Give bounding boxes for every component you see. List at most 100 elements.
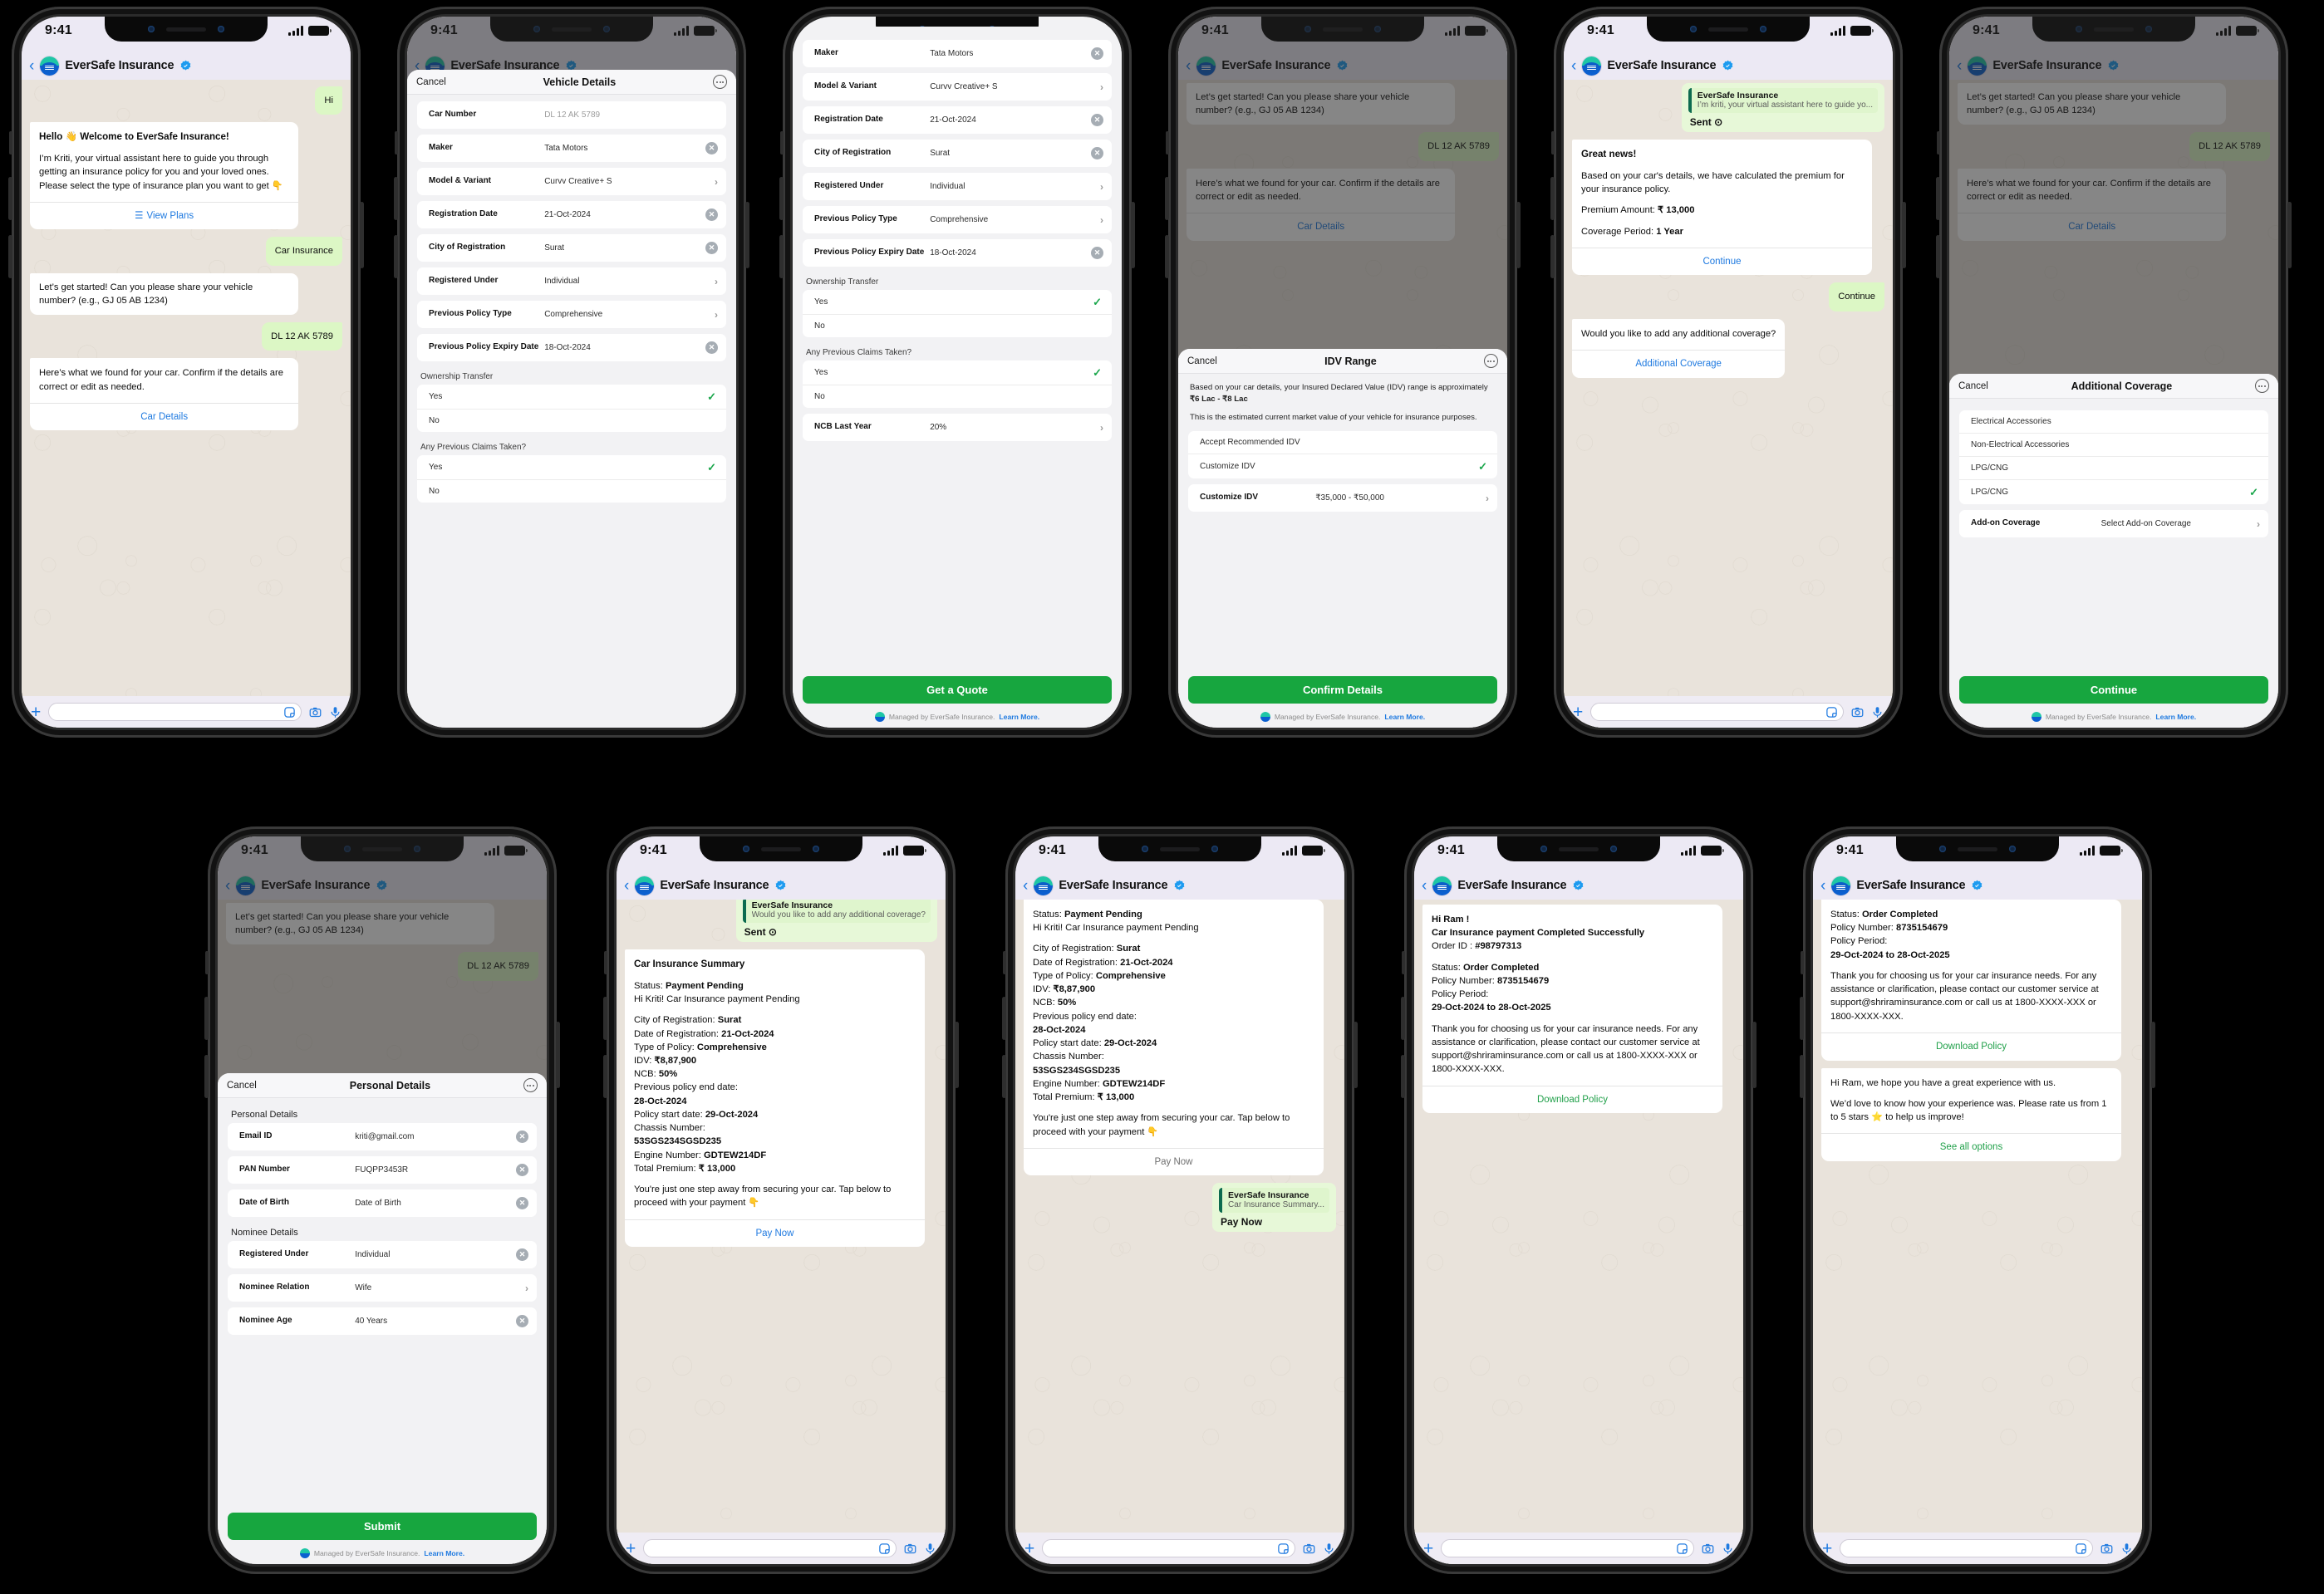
clear-icon[interactable]: ✕ [705,208,718,221]
chevron-right-icon[interactable]: › [525,1283,528,1294]
cancel-button[interactable]: Cancel [227,1081,257,1091]
option-customize-idv[interactable]: Customize IDV ✓ [1188,454,1497,478]
pay-now-button[interactable]: Pay Now [1024,1147,1324,1176]
plus-icon[interactable]: + [1423,1540,1433,1557]
camera-icon[interactable] [1303,1543,1315,1555]
back-icon[interactable]: ‹ [1820,878,1825,894]
volume-up-button[interactable] [1550,177,1555,220]
volume-up-button[interactable] [204,997,209,1040]
volume-down-button[interactable] [394,235,398,278]
field-row-customize-idv[interactable]: Customize IDV ₹35,000 - ₹50,000 › [1188,484,1497,513]
option-electrical-accessories[interactable]: Electrical Accessories [1959,410,2268,434]
back-icon[interactable]: ‹ [29,58,34,74]
chevron-right-icon[interactable]: › [1100,214,1103,226]
field-row-email-id[interactable]: Email ID kriti@gmail.com ✕ [228,1123,537,1150]
volume-down-button[interactable] [1550,235,1555,278]
volume-up-button[interactable] [779,177,784,220]
chevron-right-icon[interactable]: › [715,309,718,321]
power-button[interactable] [556,1022,560,1088]
plus-icon[interactable]: + [1573,704,1583,721]
field-row-model-variant[interactable]: Model & Variant Curvv Creative+ S › [417,168,726,195]
field-row-pan-number[interactable]: PAN Number FUQPP3453R ✕ [228,1156,537,1184]
camera-icon[interactable] [1702,1543,1714,1555]
microphone-icon[interactable] [2120,1543,2133,1555]
microphone-icon[interactable] [1722,1543,1734,1555]
option-lpg-cng-2[interactable]: LPG/CNG ✓ [1959,480,2268,504]
message-input[interactable] [643,1539,897,1557]
power-button[interactable] [360,202,364,268]
learn-more-link[interactable]: Learn More. [2155,713,2196,721]
back-icon[interactable]: ‹ [1422,878,1427,894]
power-button[interactable] [1131,202,1135,268]
plus-icon[interactable]: + [1024,1540,1034,1557]
volume-down-button[interactable] [204,1055,209,1098]
silent-switch[interactable] [205,951,209,974]
chevron-right-icon[interactable]: › [715,176,718,188]
chevron-right-icon[interactable]: › [715,276,718,287]
option-claims-no[interactable]: No [803,385,1112,408]
field-row-model-variant[interactable]: Model & Variant Curvv Creative+ S › [803,73,1112,101]
message-input-bar[interactable]: + [22,696,351,728]
sticker-icon[interactable] [878,1543,891,1555]
option-non-electrical-accessories[interactable]: Non-Electrical Accessories [1959,434,2268,457]
microphone-icon[interactable] [924,1543,936,1555]
message-input[interactable] [1840,1539,2093,1557]
sticker-icon[interactable] [1825,706,1838,719]
message-input-bar[interactable]: + [617,1533,946,1564]
option-lpg-cng-1[interactable]: LPG/CNG [1959,457,2268,480]
field-row-nominee-relation[interactable]: Nominee Relation Wife › [228,1274,537,1302]
chevron-right-icon[interactable]: › [1100,181,1103,193]
field-row-previous-policy-expiry[interactable]: Previous Policy Expiry Date 18-Oct-2024 … [417,334,726,361]
option-ownership-no[interactable]: No [803,315,1112,337]
field-row-previous-policy-type[interactable]: Previous Policy Type Comprehensive › [803,206,1112,233]
sticker-icon[interactable] [283,706,296,719]
camera-icon[interactable] [309,706,322,719]
clear-icon[interactable]: ✕ [516,1164,528,1176]
chat-thread[interactable]: Hi Hello 👋 Welcome to EverSafe Insurance… [22,80,351,728]
silent-switch[interactable] [1551,131,1555,154]
volume-down-button[interactable] [1002,1055,1006,1098]
silent-switch[interactable] [1166,131,1169,154]
silent-switch[interactable] [395,131,398,154]
option-ownership-yes[interactable]: Yes ✓ [803,290,1112,315]
field-row-car-number[interactable]: Car Number DL 12 AK 5789 [417,101,726,129]
continue-button[interactable]: Continue [1572,247,1872,276]
message-input-bar[interactable]: + [1564,696,1893,728]
clear-icon[interactable]: ✕ [705,341,718,354]
message-input-bar[interactable]: + [1414,1533,1743,1564]
more-options-icon[interactable] [1483,354,1498,368]
clear-icon[interactable]: ✕ [705,142,718,154]
clear-icon[interactable]: ✕ [516,1315,528,1327]
chat-thread[interactable]: EverSafe Insurance I’m kriti, your virtu… [1564,80,1893,728]
clear-icon[interactable]: ✕ [1091,247,1103,259]
power-button[interactable] [1354,1022,1358,1088]
get-a-quote-button[interactable]: Get a Quote [803,676,1112,704]
clear-icon[interactable]: ✕ [516,1131,528,1143]
volume-down-button[interactable] [603,1055,607,1098]
message-input-bar[interactable]: + [1813,1533,2142,1564]
sticker-icon[interactable] [1676,1543,1688,1555]
plus-icon[interactable]: + [626,1540,636,1557]
volume-up-button[interactable] [603,997,607,1040]
silent-switch[interactable] [780,131,784,154]
plus-icon[interactable]: + [1822,1540,1832,1557]
message-input[interactable] [1590,703,1844,721]
sticker-icon[interactable] [1277,1543,1290,1555]
view-plans-button[interactable]: ☰ View Plans [30,201,299,230]
silent-switch[interactable] [1937,131,1940,154]
clear-icon[interactable]: ✕ [1091,147,1103,159]
confirm-details-button[interactable]: Confirm Details [1188,676,1497,704]
learn-more-link[interactable]: Learn More. [999,713,1039,721]
clear-icon[interactable]: ✕ [516,1248,528,1261]
volume-down-button[interactable] [1401,1055,1405,1098]
clear-icon[interactable]: ✕ [516,1197,528,1209]
field-row-registration-date[interactable]: Registration Date 21-Oct-2024 ✕ [803,106,1112,134]
volume-down-button[interactable] [779,235,784,278]
additional-coverage-button[interactable]: Additional Coverage [1572,349,1786,378]
power-button[interactable] [1752,1022,1757,1088]
message-input-bar[interactable]: + [1015,1533,1344,1564]
chat-thread[interactable]: Hi Ram ! Car Insurance payment Completed… [1414,900,1743,1564]
power-button[interactable] [1516,202,1521,268]
see-all-options-button[interactable]: See all options [1821,1133,2121,1161]
download-policy-button[interactable]: Download Policy [1422,1085,1722,1114]
